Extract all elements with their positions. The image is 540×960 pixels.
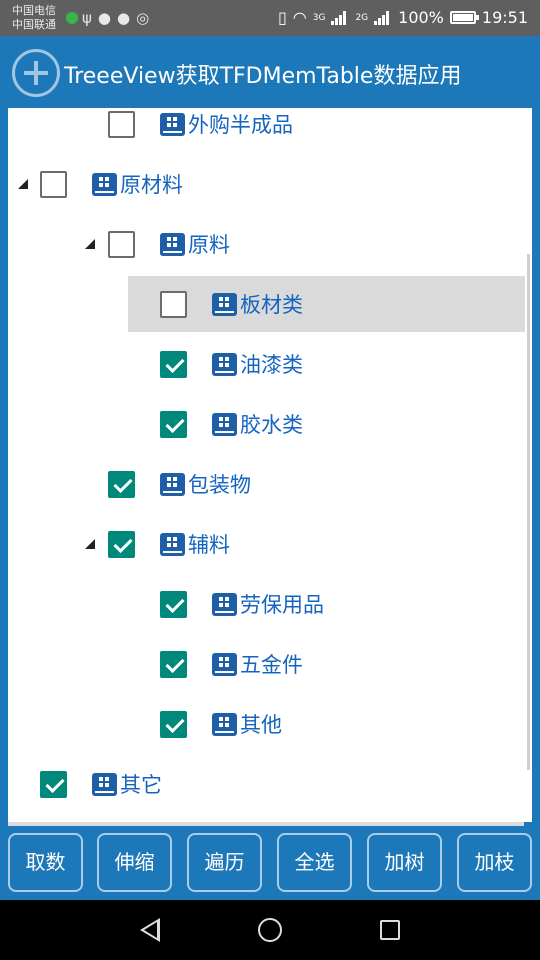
node-checkbox[interactable] xyxy=(160,351,187,378)
node-icon xyxy=(212,413,237,436)
node-label: 胶水类 xyxy=(240,413,303,437)
tree-node[interactable]: 包装物 xyxy=(8,454,532,514)
node-label: 板材类 xyxy=(240,293,303,317)
button-bar: 取数 伸缩 遍历 全选 加树 加枝 xyxy=(0,826,540,900)
node-icon xyxy=(212,653,237,676)
tree-node[interactable]: 辅料 xyxy=(8,514,532,574)
chat-icon: ● xyxy=(97,9,117,27)
carrier-1: 中国电信 xyxy=(12,4,56,17)
tree-node[interactable]: 原料 xyxy=(8,214,532,274)
node-label: 外购半成品 xyxy=(188,113,293,137)
add-tree-button[interactable]: 加树 xyxy=(367,833,442,892)
carrier-info: 中国电信 中国联通 xyxy=(12,4,56,32)
tree-node[interactable]: 外购半成品 xyxy=(8,108,532,154)
title-bar: TreeeView获取TFDMemTable数据应用 xyxy=(0,36,540,108)
clock: 19:51 xyxy=(481,8,528,27)
app-notification-icon xyxy=(66,12,78,24)
node-checkbox[interactable] xyxy=(108,471,135,498)
clean-icon: ◎ xyxy=(136,9,156,27)
node-label: 劳保用品 xyxy=(240,593,324,617)
node-label: 油漆类 xyxy=(240,353,303,377)
node-icon xyxy=(212,293,237,316)
back-icon[interactable] xyxy=(140,918,160,942)
status-bar: 中国电信 中国联通 ψ●●◎ ▯ ◠ 3G 2G 100% 19:51 xyxy=(0,0,540,36)
node-icon xyxy=(160,233,185,256)
node-label: 五金件 xyxy=(240,653,303,677)
notification-icons: ψ●●◎ xyxy=(66,9,155,27)
tree-node[interactable]: 板材类 xyxy=(8,274,532,334)
expand-collapse-button[interactable]: 伸缩 xyxy=(97,833,172,892)
tree-node[interactable]: 五金件 xyxy=(8,634,532,694)
node-label: 辅料 xyxy=(188,533,230,557)
node-label: 包装物 xyxy=(188,473,251,497)
node-checkbox[interactable] xyxy=(108,111,135,138)
node-checkbox[interactable] xyxy=(108,531,135,558)
carrier-2: 中国联通 xyxy=(12,18,56,31)
vibrate-icon: ▯ xyxy=(277,8,287,27)
tree-node[interactable]: 原材料 xyxy=(8,154,532,214)
status-right: ▯ ◠ 3G 2G 100% 19:51 xyxy=(278,8,528,27)
node-label: 原料 xyxy=(188,233,230,257)
node-label: 原材料 xyxy=(120,173,183,197)
wifi-icon: ◠ xyxy=(292,8,307,27)
wechat-icon: ● xyxy=(117,9,137,27)
select-all-button[interactable]: 全选 xyxy=(277,833,352,892)
node-icon xyxy=(160,533,185,556)
node-checkbox[interactable] xyxy=(160,651,187,678)
recent-apps-icon[interactable] xyxy=(380,920,400,940)
node-label: 其他 xyxy=(240,713,282,737)
home-icon[interactable] xyxy=(258,918,282,942)
node-checkbox[interactable] xyxy=(108,231,135,258)
expand-triangle-icon[interactable] xyxy=(85,239,95,249)
tree-node[interactable]: 其他 xyxy=(8,694,532,754)
selected-row-highlight xyxy=(128,276,525,332)
signal-icon-1 xyxy=(331,10,349,25)
node-checkbox[interactable] xyxy=(160,291,187,318)
battery-percent: 100% xyxy=(398,8,444,27)
navigation-bar xyxy=(0,900,540,960)
tree-node[interactable]: 油漆类 xyxy=(8,334,532,394)
signal-icon-2 xyxy=(374,10,392,25)
tree-node[interactable]: 劳保用品 xyxy=(8,574,532,634)
node-checkbox[interactable] xyxy=(40,171,67,198)
node-icon xyxy=(92,173,117,196)
node-icon xyxy=(212,353,237,376)
signal-2g-label: 2G xyxy=(355,12,369,23)
tree-node[interactable]: 胶水类 xyxy=(8,394,532,454)
node-icon xyxy=(212,713,237,736)
node-checkbox[interactable] xyxy=(160,711,187,738)
node-checkbox[interactable] xyxy=(160,411,187,438)
usb-icon: ψ xyxy=(82,9,98,27)
node-checkbox[interactable] xyxy=(160,591,187,618)
battery-icon xyxy=(449,11,479,24)
traverse-button[interactable]: 遍历 xyxy=(187,833,262,892)
add-icon[interactable] xyxy=(12,49,60,97)
node-icon xyxy=(160,473,185,496)
node-icon xyxy=(92,773,117,796)
node-icon xyxy=(160,113,185,136)
tree-node[interactable]: 其它 xyxy=(8,754,532,814)
tree-view[interactable]: 外购半成品原材料原料板材类油漆类胶水类包装物辅料劳保用品五金件其他其它 xyxy=(8,108,532,822)
page-title: TreeeView获取TFDMemTable数据应用 xyxy=(64,64,462,89)
signal-3g-label: 3G xyxy=(312,12,326,23)
fetch-button[interactable]: 取数 xyxy=(8,833,83,892)
add-branch-button[interactable]: 加枝 xyxy=(457,833,532,892)
expand-triangle-icon[interactable] xyxy=(85,539,95,549)
node-checkbox[interactable] xyxy=(40,771,67,798)
node-label: 其它 xyxy=(120,773,162,797)
expand-triangle-icon[interactable] xyxy=(18,179,28,189)
node-icon xyxy=(212,593,237,616)
